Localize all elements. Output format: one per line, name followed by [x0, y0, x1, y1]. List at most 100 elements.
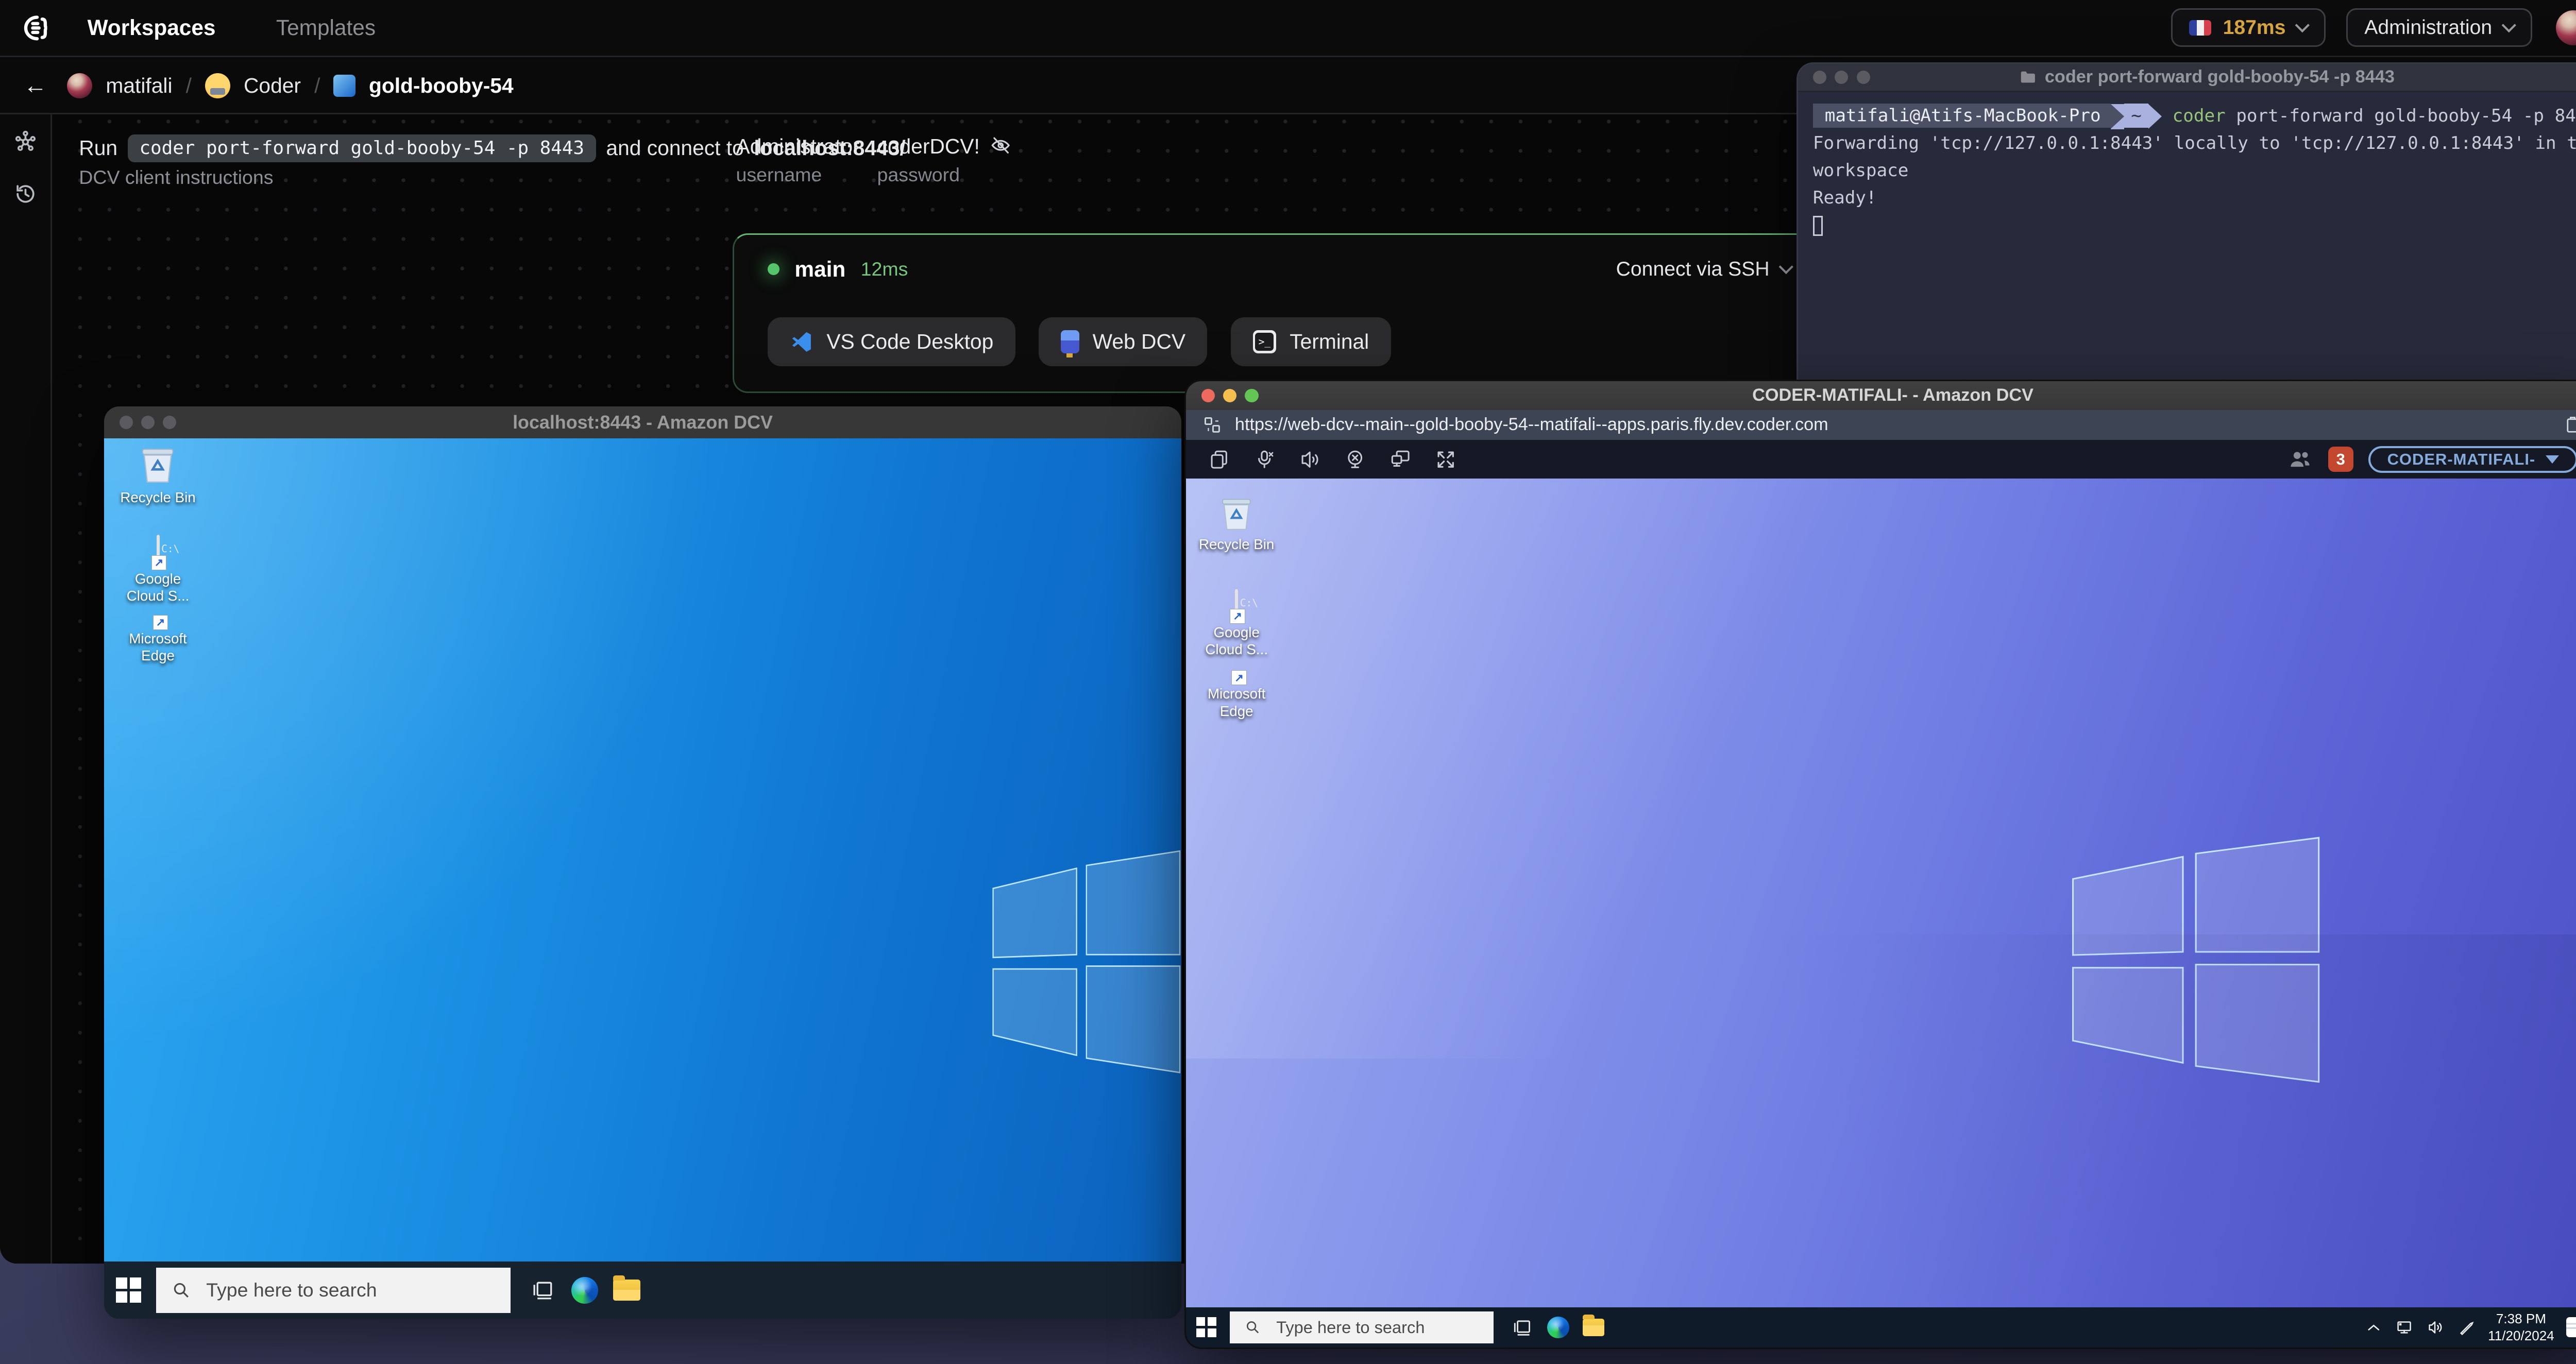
- latency-pill[interactable]: 187ms: [2171, 8, 2326, 47]
- desktop-icon-gcloud[interactable]: C:\ ↗ Google Cloud S...: [108, 535, 209, 604]
- start-button[interactable]: [1196, 1317, 1217, 1338]
- nav-templates[interactable]: Templates: [276, 15, 376, 40]
- desktop-icon-edge[interactable]: ↗ Microsoft Edge: [108, 615, 209, 664]
- webcam-off-icon[interactable]: [1344, 449, 1366, 470]
- org-avatar-icon: [205, 73, 230, 98]
- administration-menu[interactable]: Administration: [2346, 8, 2533, 47]
- windows-taskbar-web: 7:38 PM 11/20/2024 1: [1186, 1307, 2576, 1348]
- dropdown-triangle-icon: [2545, 455, 2559, 464]
- taskbar-edge-icon[interactable]: [571, 1276, 599, 1304]
- left-rail: [0, 114, 53, 1264]
- site-icon: [1204, 417, 1220, 433]
- windows-switch-icon[interactable]: [1208, 449, 1230, 470]
- agent-apps: VS Code Desktop Web DCV >_ Terminal: [768, 317, 1391, 366]
- start-button[interactable]: [116, 1277, 141, 1303]
- user-avatar[interactable]: [2555, 10, 2576, 46]
- eye-off-icon[interactable]: [990, 134, 1011, 156]
- window-controls[interactable]: [119, 416, 177, 430]
- file-explorer-icon[interactable]: [1582, 1314, 1605, 1337]
- search-input[interactable]: [202, 1277, 496, 1303]
- windows-wallpaper-logo: [992, 850, 1180, 1073]
- local-dcv-titlebar[interactable]: localhost:8443 - Amazon DCV: [104, 406, 1181, 439]
- nav-workspaces[interactable]: Workspaces: [88, 15, 216, 40]
- window-controls[interactable]: [1812, 70, 1870, 84]
- dcv-client-instructions-link[interactable]: DCV client instructions: [79, 166, 273, 189]
- window-controls[interactable]: [1201, 388, 1259, 402]
- terminal-button[interactable]: >_ Terminal: [1231, 317, 1391, 366]
- copy-url-icon[interactable]: [2563, 414, 2576, 436]
- url-bar[interactable]: https://web-dcv--main--gold-booby-54--ma…: [1186, 410, 2576, 440]
- recycle-bin-icon: [1222, 499, 1251, 530]
- web-dcv-label: Web DCV: [1092, 329, 1186, 353]
- task-view-icon[interactable]: [1512, 1317, 1534, 1338]
- speaker-icon[interactable]: [1299, 449, 1320, 470]
- task-view-icon[interactable]: [531, 1277, 556, 1303]
- username-field[interactable]: Administrator username: [736, 134, 860, 186]
- desktop-icon-gcloud[interactable]: C:\ ↗ Google Cloud S...: [1186, 588, 1287, 658]
- prompt-path: ~: [2124, 104, 2148, 128]
- agent-row: main 12ms Connect via SSH: [768, 257, 1794, 282]
- folder-icon: [2021, 72, 2035, 83]
- back-button[interactable]: ←: [24, 72, 47, 99]
- microphone-off-icon[interactable]: [1253, 449, 1275, 470]
- latency-value: 187ms: [2223, 16, 2286, 39]
- agent-status-dot: [768, 263, 780, 276]
- tray-chevron-icon[interactable]: [2365, 1319, 2382, 1336]
- administration-label: Administration: [2364, 16, 2493, 39]
- run-label: Run: [79, 136, 118, 160]
- session-dropdown-button[interactable]: CODER-MATIFALI-: [2368, 446, 2576, 473]
- web-dcv-button[interactable]: Web DCV: [1039, 317, 1208, 366]
- taskbar-clock[interactable]: 7:38 PM 11/20/2024: [2488, 1310, 2554, 1344]
- taskbar-edge-icon[interactable]: [1547, 1316, 1569, 1339]
- username-label: username: [736, 163, 822, 185]
- breadcrumb-user[interactable]: matifali: [106, 74, 172, 98]
- port-forward-command[interactable]: coder port-forward gold-booby-54 -p 8443: [127, 134, 596, 162]
- taskbar-search[interactable]: [1230, 1311, 1494, 1343]
- terminal-icon: >_: [1252, 330, 1277, 354]
- terminal-command-args: port-forward gold-booby-54 -p 8443: [2225, 105, 2576, 126]
- network-display-icon[interactable]: [2394, 1318, 2414, 1337]
- prompt-arrow-icon: [2148, 104, 2162, 129]
- action-center-icon[interactable]: 1: [2566, 1317, 2576, 1338]
- resources-topology-icon[interactable]: [13, 129, 38, 155]
- windows-desktop-web: Recycle Bin C:\ ↗ Google Cloud S... ↗ Mi…: [1186, 479, 2576, 1307]
- pen-icon[interactable]: [2458, 1318, 2476, 1337]
- dcv-toolbar: 3 CODER-MATIFALI-: [1186, 440, 2576, 479]
- agent-name: main: [794, 257, 846, 281]
- connect-via-ssh-button[interactable]: Connect via SSH: [1616, 258, 1794, 281]
- file-explorer-icon[interactable]: [613, 1275, 640, 1302]
- terminal-command: coder: [2172, 105, 2226, 126]
- france-flag-icon: [2189, 20, 2211, 36]
- local-dcv-title: localhost:8443 - Amazon DCV: [513, 412, 773, 433]
- display-icon[interactable]: [1389, 449, 1411, 470]
- history-icon[interactable]: [13, 181, 38, 207]
- top-navigation: Workspaces Templates 187ms Administratio…: [0, 0, 2576, 57]
- desktop-icon-recycle-bin[interactable]: Recycle Bin: [1186, 496, 1287, 553]
- terminal-title: coder port-forward gold-booby-54 -p 8443: [2020, 67, 2395, 87]
- agent-latency: 12ms: [860, 258, 908, 280]
- breadcrumb-org[interactable]: Coder: [244, 74, 301, 98]
- desktop-icon-recycle-bin[interactable]: Recycle Bin: [108, 445, 209, 506]
- web-dcv-titlebar[interactable]: CODER-MATIFALI- - Amazon DCV: [1186, 381, 2576, 410]
- chevron-down-icon: [2295, 18, 2310, 32]
- terminal-titlebar[interactable]: coder port-forward gold-booby-54 -p 8443: [1798, 63, 2576, 93]
- password-field[interactable]: coderDCV! password: [877, 134, 1011, 186]
- password-label: password: [877, 163, 960, 185]
- participants-icon[interactable]: [2287, 448, 2313, 471]
- volume-icon[interactable]: [2426, 1318, 2446, 1337]
- taskbar-search[interactable]: [156, 1267, 511, 1313]
- terminal-cursor: [1812, 215, 1823, 236]
- shortcut-arrow-icon: ↗: [151, 555, 167, 570]
- notifications-badge[interactable]: 3: [2328, 447, 2353, 472]
- connect-via-ssh-label: Connect via SSH: [1616, 258, 1770, 280]
- terminal-output[interactable]: matifali@Atifs-MacBook-Pro ~ coder port-f…: [1798, 92, 2576, 249]
- fullscreen-icon[interactable]: [1435, 449, 1456, 470]
- prompt-arrow-icon: [2111, 104, 2125, 129]
- search-input[interactable]: [1273, 1316, 1479, 1339]
- url-text[interactable]: https://web-dcv--main--gold-booby-54--ma…: [1235, 415, 1828, 435]
- breadcrumb-workspace[interactable]: gold-booby-54: [369, 74, 514, 98]
- connect-label: and connect to: [606, 136, 744, 160]
- vscode-desktop-button[interactable]: VS Code Desktop: [768, 317, 1015, 366]
- coder-logo-icon[interactable]: [20, 13, 50, 43]
- desktop-icon-edge[interactable]: ↗ Microsoft Edge: [1186, 670, 1287, 720]
